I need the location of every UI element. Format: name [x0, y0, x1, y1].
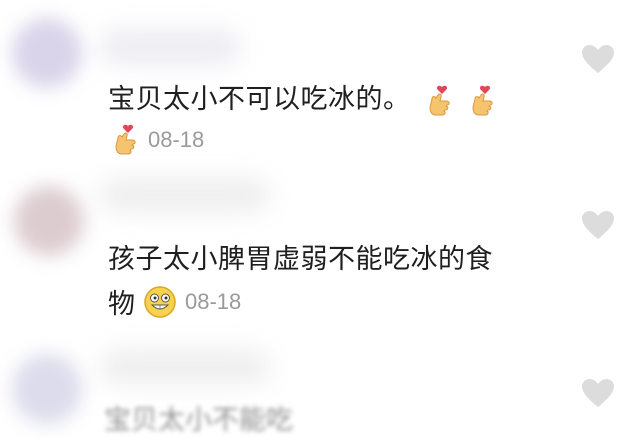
like-heart-icon[interactable]: [581, 210, 615, 240]
comment-meta: 物 08-18: [108, 282, 241, 321]
comment-text: 孩子太小脾胃虚弱不能吃冰的食: [108, 242, 493, 278]
finger-heart-icon: [429, 85, 450, 115]
finger-heart-icon: [472, 85, 493, 115]
like-heart-icon[interactable]: [581, 44, 615, 74]
avatar[interactable]: [14, 186, 84, 256]
grin-face-icon: [144, 285, 176, 318]
comment-meta: 08-18: [112, 124, 204, 156]
comment-item: 宝贝太小不可以吃冰的。 08-18: [0, 0, 640, 170]
like-heart-icon[interactable]: [581, 378, 615, 408]
username-blurred[interactable]: [100, 30, 240, 64]
username-blurred[interactable]: [100, 350, 270, 384]
finger-heart-icon: [115, 124, 136, 155]
comment-time: 08-18: [185, 288, 242, 314]
comment-text-content: 宝贝太小不可以吃冰的。: [108, 84, 411, 115]
username-blurred[interactable]: [100, 178, 270, 212]
comment-text-line1: 孩子太小脾胃虚弱不能吃冰的食: [108, 244, 493, 275]
comment-item: [0, 340, 640, 425]
avatar[interactable]: [12, 18, 82, 88]
comment-text-partial: 宝贝太小不能吃: [104, 405, 293, 436]
comment-time: 08-18: [148, 127, 205, 152]
comment-text-line2: 物: [108, 289, 135, 320]
avatar[interactable]: [12, 354, 82, 424]
comment-text: 宝贝太小不可以吃冰的。: [108, 82, 497, 118]
comment-item: 孩子太小脾胃虚弱不能吃冰的食 物 08-18: [0, 170, 640, 340]
